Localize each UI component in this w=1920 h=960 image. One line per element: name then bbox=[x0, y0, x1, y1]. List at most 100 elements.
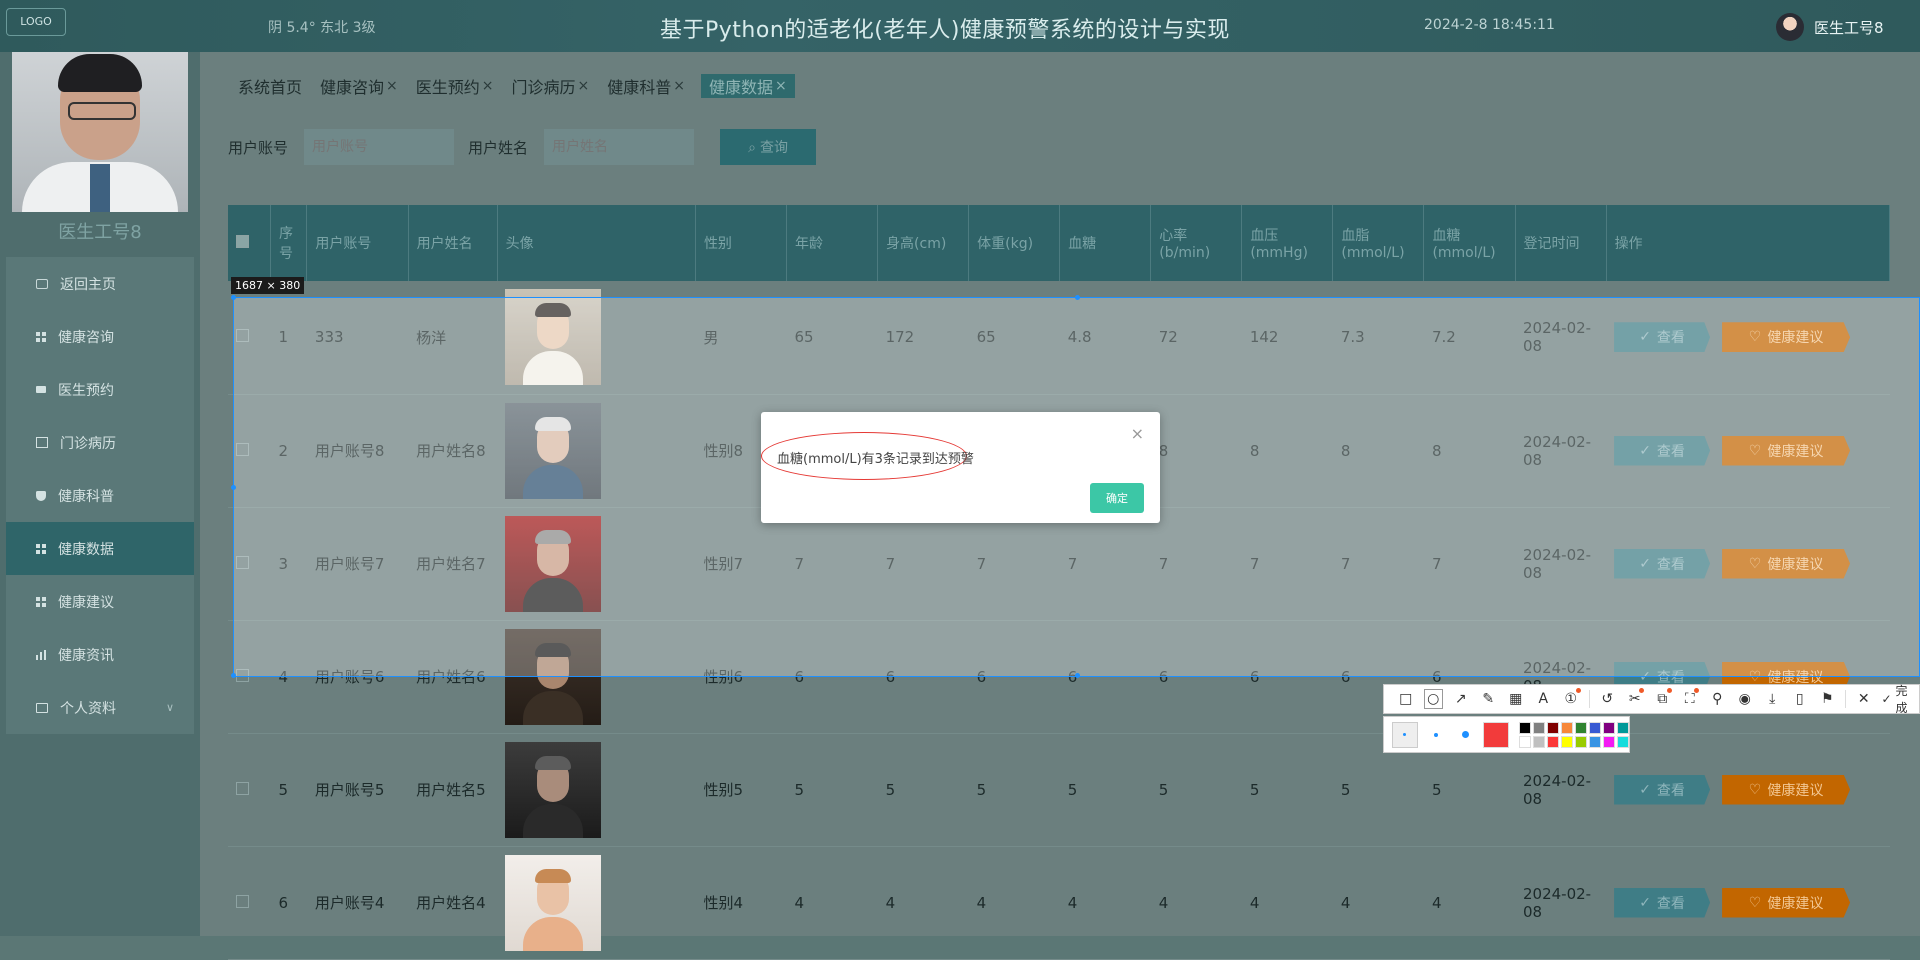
confirm-button[interactable]: 确定 bbox=[1090, 483, 1144, 513]
color-swatch[interactable] bbox=[1589, 721, 1601, 734]
scan-icon[interactable]: ⛶ bbox=[1676, 685, 1704, 713]
sidebar-item-5[interactable]: 健康数据 bbox=[6, 522, 194, 575]
color-swatch[interactable] bbox=[1533, 735, 1545, 748]
name-search-input[interactable] bbox=[544, 129, 695, 165]
health-advice-button[interactable]: ♡ 健康建议 bbox=[1722, 548, 1851, 579]
tab-5[interactable]: 健康数据 × bbox=[701, 74, 795, 98]
close-icon[interactable]: ✕ bbox=[1850, 685, 1878, 713]
rectangle-icon[interactable]: □ bbox=[1392, 685, 1420, 713]
sidebar-item-0[interactable]: 返回主页 bbox=[6, 257, 194, 310]
color-palette bbox=[1383, 716, 1630, 753]
search-icon: ⌕ bbox=[748, 138, 756, 155]
ocr-icon[interactable]: ⧉ bbox=[1648, 685, 1676, 713]
tab-close-icon[interactable]: × bbox=[775, 78, 787, 94]
select-all-checkbox[interactable] bbox=[236, 234, 249, 248]
column-header: 用户姓名 bbox=[408, 205, 498, 281]
sidebar-item-6[interactable]: 健康建议 bbox=[6, 575, 194, 628]
sidebar-item-3[interactable]: 门诊病历 bbox=[6, 416, 194, 469]
brush-size-medium[interactable] bbox=[1424, 723, 1448, 747]
sidebar-item-8[interactable]: 个人资料 ∨ bbox=[6, 681, 194, 734]
sidebar-item-7[interactable]: 健康资讯 bbox=[6, 628, 194, 681]
color-swatch[interactable] bbox=[1603, 735, 1615, 748]
color-swatch[interactable] bbox=[1603, 721, 1615, 734]
color-swatch[interactable] bbox=[1561, 735, 1573, 748]
tab-2[interactable]: 医生预约 × bbox=[414, 74, 496, 98]
cell-name: 用户姓名6 bbox=[408, 620, 498, 734]
tab-3[interactable]: 门诊病历 × bbox=[510, 74, 592, 98]
cell-heart: 4 bbox=[1150, 846, 1242, 960]
current-color[interactable] bbox=[1483, 721, 1509, 748]
avatar-cell bbox=[497, 507, 696, 621]
color-swatch[interactable] bbox=[1617, 721, 1629, 734]
large-dot-icon bbox=[1461, 731, 1469, 738]
arrow-icon[interactable]: ↗ bbox=[1447, 685, 1475, 713]
row-checkbox[interactable] bbox=[236, 668, 249, 682]
column-header: 序号 bbox=[270, 205, 308, 281]
undo-icon[interactable]: ↺ bbox=[1593, 685, 1621, 713]
cell-bp: 5 bbox=[1241, 733, 1333, 847]
user-menu[interactable]: 医生工号8 bbox=[1776, 13, 1884, 41]
color-swatch[interactable] bbox=[1617, 735, 1629, 748]
tab-label: 医生预约 bbox=[415, 78, 480, 97]
bookmark-icon[interactable]: ⚑ bbox=[1813, 685, 1841, 713]
view-button[interactable]: ✓ 查看 bbox=[1614, 774, 1711, 805]
tab-0[interactable]: 系统首页 bbox=[236, 74, 304, 98]
close-icon[interactable]: × bbox=[1131, 424, 1144, 443]
sidebar-item-1[interactable]: 健康咨询 bbox=[6, 310, 194, 363]
view-button[interactable]: ✓ 查看 bbox=[1614, 322, 1711, 353]
health-advice-button[interactable]: ♡ 健康建议 bbox=[1722, 435, 1851, 466]
pen-icon[interactable]: ✎ bbox=[1475, 685, 1503, 713]
pin-icon[interactable]: ⚲ bbox=[1703, 685, 1731, 713]
search-button[interactable]: ⌕ 查询 bbox=[720, 129, 817, 165]
view-button[interactable]: ✓ 查看 bbox=[1614, 435, 1711, 466]
color-swatch[interactable] bbox=[1575, 735, 1587, 748]
cell-name: 用户姓名8 bbox=[408, 394, 498, 508]
color-swatch[interactable] bbox=[1519, 735, 1531, 748]
ellipse-icon[interactable]: ○ bbox=[1420, 685, 1448, 713]
tab-1[interactable]: 健康咨询 × bbox=[318, 74, 400, 98]
color-swatch[interactable] bbox=[1561, 721, 1573, 734]
health-advice-button[interactable]: ♡ 健康建议 bbox=[1722, 774, 1851, 805]
save-icon[interactable]: ▯ bbox=[1786, 685, 1814, 713]
cell-glucose: 4 bbox=[1423, 846, 1515, 960]
done-button[interactable]: ✓ 完成 bbox=[1881, 682, 1918, 716]
cell-height: 5 bbox=[877, 733, 969, 847]
download-icon[interactable]: ⤓ bbox=[1758, 685, 1786, 713]
record-icon[interactable]: ◉ bbox=[1731, 685, 1759, 713]
cell-sugar: 4 bbox=[1059, 846, 1151, 960]
sidebar-item-2[interactable]: 医生预约 bbox=[6, 363, 194, 416]
account-search-input[interactable] bbox=[304, 129, 455, 165]
tab-close-icon[interactable]: × bbox=[578, 78, 590, 94]
row-checkbox[interactable] bbox=[236, 894, 249, 908]
health-advice-button[interactable]: ♡ 健康建议 bbox=[1722, 322, 1851, 353]
tab-close-icon[interactable]: × bbox=[482, 78, 494, 94]
color-swatch[interactable] bbox=[1533, 721, 1545, 734]
mosaic-icon[interactable]: ▦ bbox=[1502, 685, 1530, 713]
color-swatch[interactable] bbox=[1519, 721, 1531, 734]
health-advice-button[interactable]: ♡ 健康建议 bbox=[1722, 887, 1851, 918]
check-icon: ✓ bbox=[1639, 442, 1651, 459]
color-swatch[interactable] bbox=[1547, 721, 1559, 734]
color-swatch[interactable] bbox=[1575, 721, 1587, 734]
grid-icon bbox=[36, 331, 46, 342]
tab-4[interactable]: 健康科普 × bbox=[605, 74, 687, 98]
view-button[interactable]: ✓ 查看 bbox=[1614, 887, 1711, 918]
cell-glucose: 8 bbox=[1423, 394, 1515, 508]
text-icon[interactable]: A bbox=[1530, 685, 1558, 713]
number-icon[interactable]: ① bbox=[1557, 685, 1585, 713]
column-header: 性别 bbox=[695, 205, 788, 281]
color-swatch[interactable] bbox=[1589, 735, 1601, 748]
view-button[interactable]: ✓ 查看 bbox=[1614, 548, 1711, 579]
brush-size-small[interactable] bbox=[1392, 721, 1418, 748]
sidebar-item-4[interactable]: 健康科普 bbox=[6, 469, 194, 522]
row-checkbox[interactable] bbox=[236, 442, 249, 456]
row-checkbox[interactable] bbox=[236, 781, 249, 795]
tab-close-icon[interactable]: × bbox=[386, 78, 398, 94]
doctor-avatar bbox=[12, 52, 188, 212]
row-checkbox[interactable] bbox=[236, 329, 249, 343]
color-swatch[interactable] bbox=[1547, 735, 1559, 748]
brush-size-large[interactable] bbox=[1454, 723, 1478, 747]
cut-icon[interactable]: ✂ bbox=[1621, 685, 1649, 713]
tab-close-icon[interactable]: × bbox=[673, 78, 685, 94]
row-checkbox[interactable] bbox=[236, 555, 249, 569]
